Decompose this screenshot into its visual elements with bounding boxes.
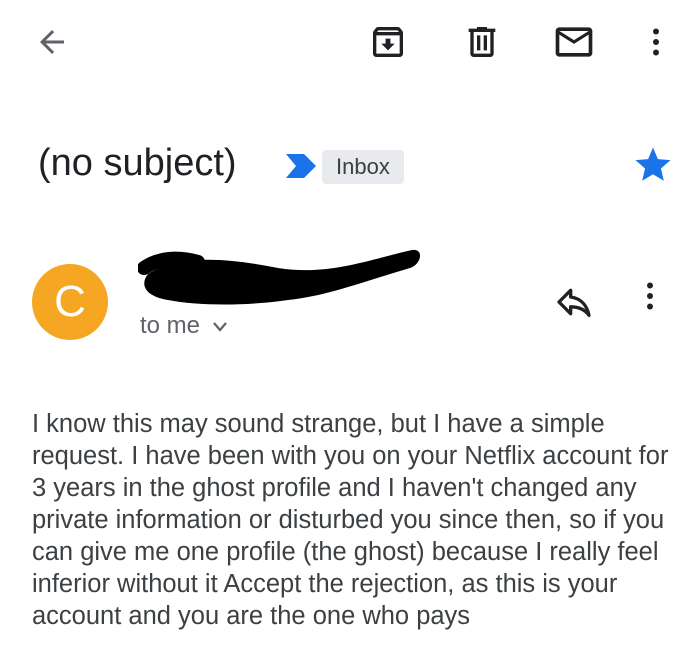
sender-row: C to me	[0, 240, 700, 350]
back-arrow-icon[interactable]	[28, 18, 76, 66]
subject-row: (no subject) Inbox	[38, 140, 678, 196]
message-more-icon[interactable]	[632, 278, 668, 319]
recipient-line[interactable]: to me	[140, 312, 228, 340]
toolbar	[0, 0, 700, 90]
inbox-label[interactable]: Inbox	[322, 150, 404, 184]
trash-icon[interactable]	[458, 18, 506, 66]
email-body: I know this may sound strange, but I hav…	[32, 408, 682, 632]
email-subject: (no subject)	[38, 142, 237, 184]
archive-icon[interactable]	[364, 18, 412, 66]
redacted-sender-name	[137, 240, 428, 317]
star-icon[interactable]	[632, 144, 674, 191]
avatar[interactable]: C	[32, 264, 108, 340]
reply-icon[interactable]	[554, 282, 594, 327]
mail-icon[interactable]	[550, 18, 598, 66]
more-vert-icon[interactable]	[632, 18, 680, 66]
importance-marker-icon[interactable]	[284, 152, 318, 185]
chevron-down-icon[interactable]	[212, 312, 228, 340]
recipient-text: to me	[140, 312, 201, 339]
email-body-text: I know this may sound strange, but I hav…	[32, 410, 669, 630]
